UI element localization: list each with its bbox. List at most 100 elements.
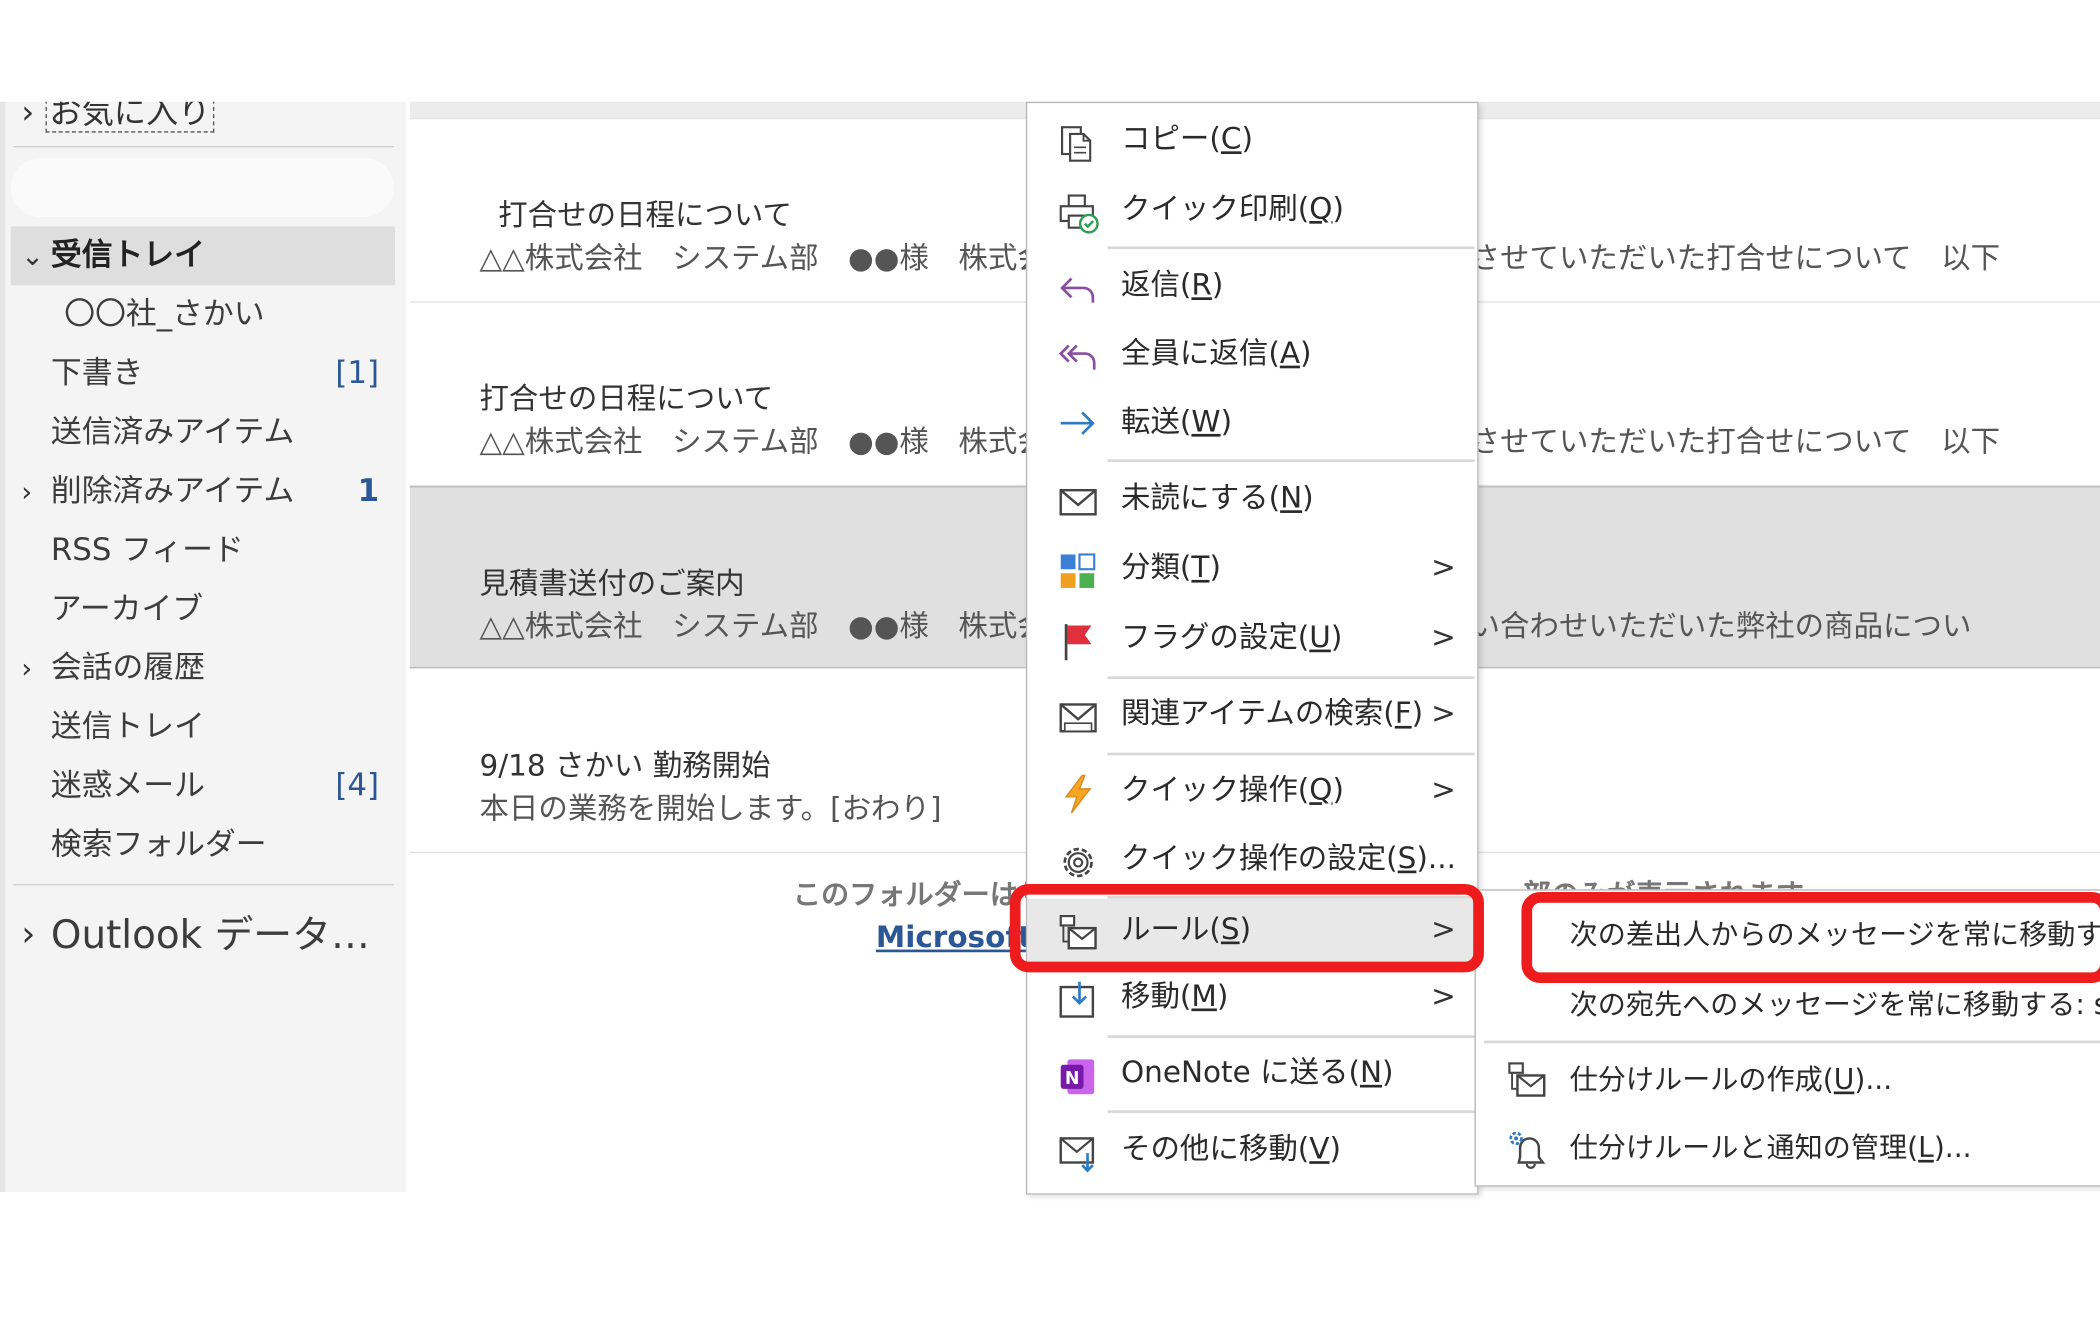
folder-label: アーカイブ [50,591,204,627]
menu-item-reply-all[interactable]: 全員に返信(A) [1027,323,1477,387]
quick-print-icon [1059,194,1099,234]
reply-icon [1060,277,1095,303]
folder-search-folders[interactable]: 検索フォルダー [11,816,395,875]
move-other-icon [1059,1137,1095,1173]
menu-separator [1107,246,1475,250]
menu-separator [1107,676,1475,680]
menu-item-label: クイック操作の設定(S)... [1120,842,1456,876]
onenote-icon: N [1060,1059,1095,1095]
folder-pane: › お気に入り ⌄ 受信トレイ 〇〇社_さかい 下書き [1] 送信済みアイテム … [0,101,406,1192]
message-preview: △△株式会社 システム部 ●●様 株式会社 [479,610,1077,645]
message-subject: 打合せの日程について [498,199,792,234]
microsoft-link[interactable]: Microsoft [876,921,1032,954]
menu-item-label: 未読にする(N) [1120,482,1314,516]
menu-item-set-flag[interactable]: フラグの設定(U) > [1027,607,1477,671]
reply-all-icon [1058,344,1096,370]
menu-item-label: 関連アイテムの検索(F) [1120,697,1424,732]
menu-item-categorize[interactable]: 分類(T) > [1027,537,1477,601]
folder-junk-email[interactable]: 迷惑メール [4] [11,757,395,816]
menu-item-quick-print[interactable]: クイック印刷(Q) [1027,178,1477,242]
folder-company-sakai[interactable]: 〇〇社_さかい [11,285,395,344]
folder-archive[interactable]: アーカイブ [11,580,395,639]
folder-label: 下書き [50,356,144,392]
find-related-icon [1059,703,1097,733]
folder-label: 送信トレイ [50,709,205,745]
message-preview-continued: させていただいた打合せについて 以下 [1470,425,2001,460]
chevron-right-icon: > [1431,621,1456,655]
folder-label: RSS フィード [50,533,244,568]
chevron-down-icon: ⌄ [21,239,44,272]
folder-label: 検索フォルダー [50,827,267,863]
chevron-right-icon: > [1431,980,1456,1014]
menu-item-forward[interactable]: 転送(W) [1027,391,1477,455]
folder-outlook-data-file[interactable]: › Outlook データ… [11,905,395,964]
folder-label: 削除済みアイテム [50,474,295,509]
submenu-item-label: 仕分けルールと通知の管理(L)... [1569,1131,1972,1164]
folder-sent-items[interactable]: 送信済みアイテム [11,403,395,462]
menu-separator [1107,752,1475,756]
message-preview-continued: い合わせいただいた弊社の商品につい [1470,610,1972,645]
favorites-label: お気に入り [45,101,215,133]
menu-item-label: 分類(T) [1120,551,1221,586]
rules-highlight-callout [1009,883,1484,973]
folder-search-box[interactable] [10,158,394,217]
menu-item-label: フラグの設定(U) [1120,621,1343,655]
submenu-item-label: 仕分けルールの作成(U)... [1569,1063,1893,1096]
unread-count-badge: [1] [335,356,380,392]
submenu-separator [1483,1040,2100,1044]
chevron-right-icon: › [21,914,36,955]
message-subject: 見積書送付のご案内 [479,567,745,602]
menu-item-move[interactable]: 移動(M) > [1027,966,1477,1030]
folder-outbox[interactable]: 送信トレイ [11,698,395,757]
folder-label: 送信済みアイテム [50,415,295,451]
move-icon [1059,981,1095,1018]
folder-conversation-history[interactable]: › 会話の履歴 [11,639,395,698]
menu-item-label: その他に移動(V) [1120,1133,1341,1167]
menu-separator [1107,1035,1475,1038]
chevron-right-icon: > [1431,697,1456,732]
menu-item-label: OneNote に送る(N) [1120,1056,1394,1091]
message-preview: 本日の業務を開始します。[おわり] [479,792,942,827]
chevron-right-icon: › [21,101,35,132]
menu-item-quick-steps[interactable]: クイック操作(Q) > [1027,759,1477,823]
chevron-right-icon: › [21,652,33,685]
menu-item-label: 全員に返信(A) [1120,337,1312,371]
manage-rules-icon [1509,1131,1546,1169]
folder-drafts[interactable]: 下書き [1] [11,344,395,403]
message-subject: 9/18 さかい 勤務開始 [479,750,771,784]
categorize-icon [1060,553,1096,588]
menu-separator [1107,1110,1475,1113]
pane-divider [13,145,394,148]
folder-label: 受信トレイ [50,238,205,274]
svg-text:N: N [1065,1069,1080,1089]
message-preview: △△株式会社 システム部 ●●様 株式会社 [479,242,1077,276]
menu-item-find-related[interactable]: 関連アイテムの検索(F) > [1027,683,1477,747]
folder-deleted-items[interactable]: › 削除済みアイテム 1 [11,462,395,521]
unread-count-badge: 1 [357,474,380,509]
unread-count-badge: [4] [335,768,380,804]
menu-item-quick-steps-settings[interactable]: クイック操作の設定(S)... [1027,828,1477,892]
menu-item-mark-unread[interactable]: 未読にする(N) [1027,467,1477,531]
menu-item-copy[interactable]: コピー(C) [1027,108,1477,172]
menu-item-label: 返信(R) [1120,269,1224,303]
context-menu: コピー(C) クイック印刷(Q) 返信(R) 全員に返信(A) 転送(W) 未読… [1025,101,1479,1195]
message-preview: △△株式会社 システム部 ●●様 株式会社 [479,425,1077,460]
folder-rss-feeds[interactable]: RSS フィード [11,521,395,580]
menu-item-move-to-other[interactable]: その他に移動(V) [1027,1118,1477,1182]
menu-separator [1107,459,1475,463]
quick-steps-icon [1064,774,1092,814]
submenu-item-create-rule[interactable]: 仕分けルールの作成(U)... [1476,1046,2100,1113]
menu-item-send-to-onenote[interactable]: N OneNote に送る(N) [1027,1042,1477,1106]
menu-item-reply[interactable]: 返信(R) [1027,254,1477,318]
folder-label: Outlook データ… [50,912,370,958]
submenu-item-manage-rules-alerts[interactable]: 仕分けルールと通知の管理(L)... [1476,1114,2100,1181]
menu-item-label: クイック操作(Q) [1120,774,1345,808]
folder-inbox[interactable]: ⌄ 受信トレイ [10,226,396,286]
flag-icon [1064,624,1092,661]
copy-icon [1060,126,1092,162]
menu-item-label: 移動(M) [1120,980,1229,1014]
mark-unread-icon [1059,488,1097,516]
folder-label: 〇〇社_さかい [64,297,265,333]
chevron-right-icon: > [1431,774,1456,808]
favorites-header[interactable]: › お気に入り [21,101,215,133]
